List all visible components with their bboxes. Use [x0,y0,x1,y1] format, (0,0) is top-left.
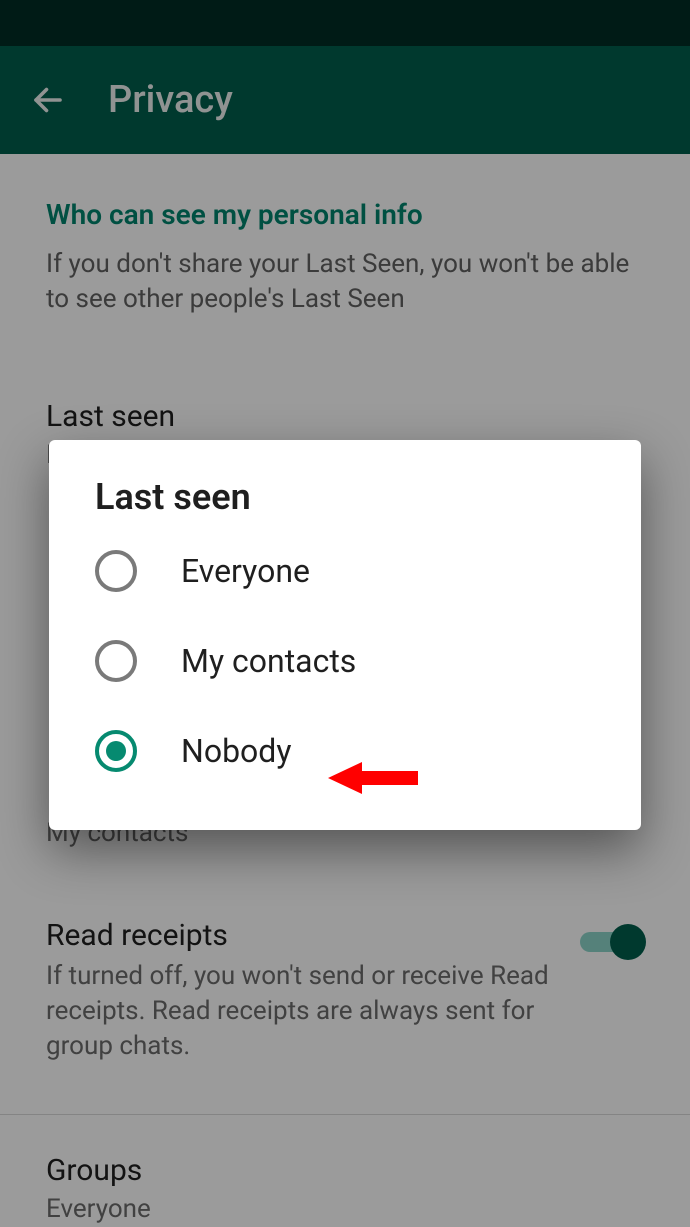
option-label: Everyone [181,552,310,590]
radio-selected-icon [95,730,137,772]
dialog-title: Last seen [49,476,641,526]
last-seen-dialog: Last seen Everyone My contacts Nobody [49,440,641,830]
option-nobody[interactable]: Nobody [49,706,641,796]
radio-icon [95,550,137,592]
option-label: Nobody [181,732,291,770]
radio-icon [95,640,137,682]
option-my-contacts[interactable]: My contacts [49,616,641,706]
option-label: My contacts [181,642,356,680]
option-everyone[interactable]: Everyone [49,526,641,616]
